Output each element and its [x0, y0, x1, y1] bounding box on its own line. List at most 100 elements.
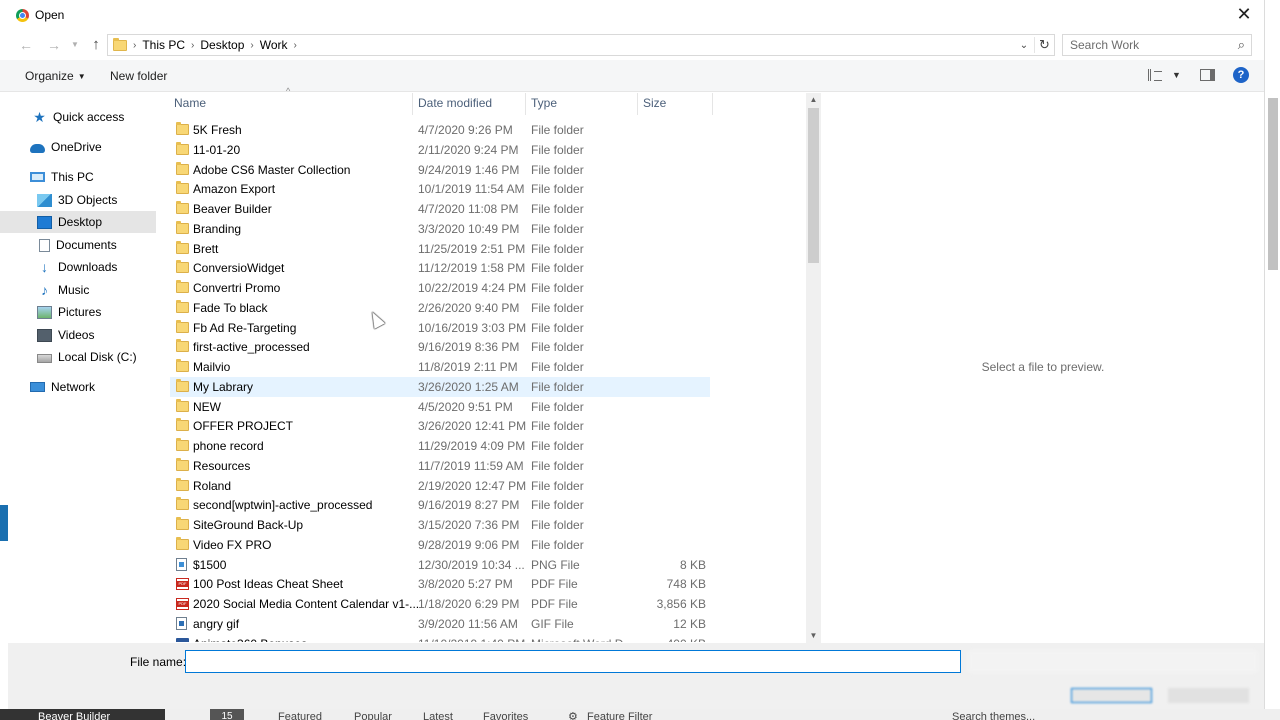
breadcrumb-separator-icon[interactable]: ›	[191, 40, 194, 51]
breadcrumb-this-pc[interactable]: This PC	[142, 38, 185, 52]
column-divider[interactable]	[712, 93, 713, 115]
file-row[interactable]: Roland 2/19/2020 12:47 PM File folder	[170, 476, 710, 496]
nav-item-videos[interactable]: Videos	[0, 324, 156, 346]
file-row[interactable]: first-active_processed 9/16/2019 8:36 PM F…	[170, 337, 710, 357]
cloud-icon	[30, 143, 45, 153]
file-row[interactable]: Beaver Builder 4/7/2020 11:08 PM File fold…	[170, 199, 710, 219]
file-row[interactable]: My Labrary 3/26/2020 1:25 AM File folder	[170, 376, 710, 397]
file-row[interactable]: 5K Fresh 4/7/2020 9:26 PM File folder	[170, 120, 710, 140]
file-row[interactable]: Amazon Export 10/1/2019 11:54 AM File fold…	[170, 179, 710, 199]
nav-item-pictures[interactable]: Pictures	[0, 301, 156, 323]
file-row[interactable]: Fb Ad Re-Targeting 10/16/2019 3:03 PM File…	[170, 318, 710, 338]
file-name-input[interactable]	[185, 650, 961, 673]
nav-item-quick-access[interactable]: ★ Quick access	[0, 106, 156, 128]
open-button[interactable]	[1071, 688, 1152, 703]
nav-item-this-pc[interactable]: This PC	[0, 166, 156, 188]
file-row[interactable]: 100 Post Ideas Cheat Sheet 3/8/2020 5:27 …	[170, 574, 710, 594]
column-header-size[interactable]: Size	[643, 93, 711, 115]
file-row[interactable]: ConversioWidget 11/12/2019 1:58 PM File fo…	[170, 258, 710, 278]
help-icon[interactable]: ?	[1233, 67, 1249, 83]
background-scrollbar-thumb	[1268, 98, 1278, 270]
column-header-name[interactable]: Name	[174, 93, 412, 115]
file-row[interactable]: 2020 Social Media Content Calendar v1-..…	[170, 594, 710, 614]
file-row[interactable]: Animate360 Bonuses 11/10/2019 1:40 PM Micr…	[170, 634, 710, 642]
file-row[interactable]: Convertri Promo 10/22/2019 4:24 PM File fo…	[170, 278, 710, 298]
file-date-modified: 11/12/2019 1:58 PM	[418, 261, 526, 276]
nav-item-local-disk[interactable]: Local Disk (C:)	[0, 346, 156, 368]
search-input[interactable]: Search Work ⌕	[1062, 34, 1252, 56]
column-header-date[interactable]: Date modified	[418, 93, 524, 115]
scrollbar-thumb[interactable]	[808, 108, 819, 263]
nav-item-label: Documents	[56, 238, 117, 252]
file-row[interactable]: SiteGround Back-Up 3/15/2020 7:36 PM File …	[170, 515, 710, 535]
breadcrumb-desktop[interactable]: Desktop	[200, 38, 244, 52]
file-date-modified: 12/30/2019 10:34 ...	[418, 557, 525, 572]
breadcrumb-separator-icon[interactable]: ›	[294, 40, 297, 51]
recent-locations-chevron-icon[interactable]: ▼	[68, 33, 82, 57]
file-row[interactable]: OFFER PROJECT 3/26/2020 12:41 PM File fold…	[170, 416, 710, 436]
file-name: Convertri Promo	[193, 281, 281, 295]
search-icon[interactable]: ⌕	[1238, 37, 1245, 53]
folder-icon	[176, 260, 189, 274]
file-row[interactable]: Mailvio 11/8/2019 2:11 PM File folder	[170, 357, 710, 377]
nav-item-label: Local Disk (C:)	[58, 350, 137, 364]
file-row[interactable]: Resources 11/7/2019 11:59 AM File folder	[170, 456, 710, 476]
column-divider[interactable]	[525, 93, 526, 115]
file-row[interactable]: Adobe CS6 Master Collection 9/24/2019 1:4…	[170, 160, 710, 180]
column-divider[interactable]	[412, 93, 413, 115]
nav-item-desktop[interactable]: Desktop	[0, 211, 156, 233]
refresh-icon[interactable]: ↻	[1034, 37, 1054, 53]
chevron-down-icon[interactable]: ⌄	[1014, 40, 1034, 51]
background-page-bar: Beaver Builder 15 Featured Popular Lates…	[0, 709, 1280, 720]
close-icon[interactable]: ✕	[1232, 3, 1256, 27]
file-type: File folder	[531, 182, 584, 197]
address-controls: ⌄ ↻	[1014, 35, 1054, 55]
organize-button[interactable]: Organize ▼	[25, 69, 86, 83]
scroll-down-arrow-icon[interactable]: ▼	[806, 629, 821, 643]
folder-icon	[176, 339, 189, 353]
breadcrumb-work[interactable]: Work	[260, 38, 288, 52]
file-type-select[interactable]	[968, 650, 1258, 673]
forward-arrow-icon[interactable]: →	[40, 33, 68, 57]
back-arrow-icon[interactable]: ←	[12, 33, 40, 57]
nav-item-onedrive[interactable]: OneDrive	[0, 136, 156, 158]
cancel-button[interactable]	[1168, 688, 1249, 703]
nav-item-music[interactable]: ♪ Music	[0, 279, 156, 301]
caret-down-icon[interactable]: ▼	[1172, 70, 1181, 80]
file-row[interactable]: 11-01-20 2/11/2020 9:24 PM File folder	[170, 140, 710, 160]
file-row[interactable]: $1500 12/30/2019 10:34 ... PNG File 8 KB	[170, 555, 710, 575]
file-date-modified: 2/11/2020 9:24 PM	[418, 142, 519, 157]
file-row[interactable]: NEW 4/5/2020 9:51 PM File folder	[170, 397, 710, 417]
file-type: File folder	[531, 360, 584, 374]
file-type: File folder	[531, 221, 584, 236]
view-options-icon[interactable]	[1148, 69, 1164, 81]
preview-pane-icon[interactable]	[1200, 69, 1215, 81]
breadcrumb-separator-icon[interactable]: ›	[133, 40, 136, 51]
background-app-label: Beaver Builder	[0, 709, 165, 720]
column-header-type[interactable]: Type	[531, 93, 637, 115]
up-arrow-icon[interactable]: ↑	[82, 33, 110, 57]
column-divider[interactable]	[637, 93, 638, 115]
file-row[interactable]: angry gif 3/9/2020 11:56 AM GIF File 12 KB	[170, 614, 710, 634]
nav-item-network[interactable]: Network	[0, 376, 156, 398]
file-row[interactable]: Video FX PRO 9/28/2019 9:06 PM File folder	[170, 535, 710, 555]
file-row[interactable]: Brett 11/25/2019 2:51 PM File folder	[170, 239, 710, 259]
breadcrumb-separator-icon[interactable]: ›	[250, 40, 253, 51]
nav-item-documents[interactable]: Documents	[0, 234, 156, 256]
file-name: Resources	[193, 458, 251, 473]
file-type: PDF File	[531, 577, 578, 592]
file-list-scrollbar[interactable]: ▲ ▼	[806, 93, 821, 643]
nav-item-label: Pictures	[58, 305, 102, 319]
address-bar[interactable]: › This PC › Desktop › Work › ⌄ ↻	[107, 34, 1055, 56]
folder-icon	[176, 536, 189, 550]
file-row[interactable]: Branding 3/3/2020 10:49 PM File folder	[170, 219, 710, 239]
file-row[interactable]: Fade To black 2/26/2020 9:40 PM File folde…	[170, 298, 710, 318]
scroll-up-arrow-icon[interactable]: ▲	[806, 93, 821, 107]
new-folder-button[interactable]: New folder	[110, 69, 167, 83]
folder-icon	[176, 477, 189, 491]
nav-item-3d-objects[interactable]: 3D Objects	[0, 189, 156, 211]
file-row[interactable]: phone record 11/29/2019 4:09 PM File folde…	[170, 436, 710, 456]
file-row[interactable]: second[wptwin]-active_processed 9/16/2019…	[170, 495, 710, 515]
folder-icon	[176, 299, 189, 313]
nav-item-downloads[interactable]: ↓ Downloads	[0, 256, 156, 278]
